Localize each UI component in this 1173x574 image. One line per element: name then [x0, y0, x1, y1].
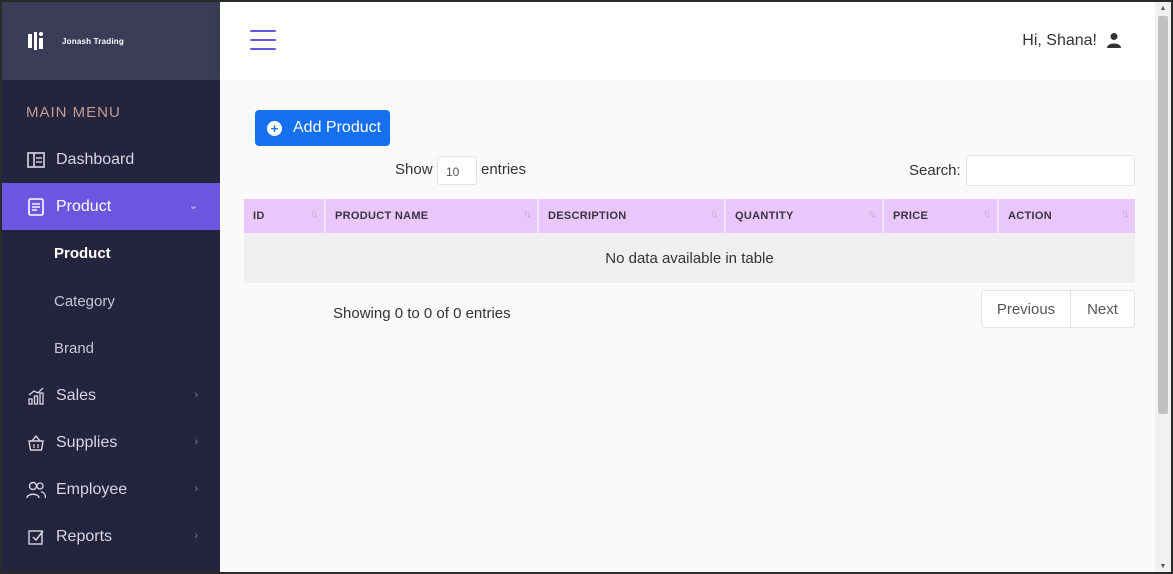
main-menu-heading: MAIN MENU	[26, 104, 121, 121]
column-header-product-name[interactable]: PRODUCT NAME ↑↓	[326, 199, 539, 233]
sort-icon: ↑↓	[310, 209, 318, 220]
sidebar: Jonash Trading MAIN MENU Dashboard Produ…	[2, 2, 220, 572]
column-header-description[interactable]: DESCRIPTION ↑↓	[539, 199, 726, 233]
user-icon[interactable]	[1107, 32, 1121, 48]
table-header: ID ↑↓ PRODUCT NAME ↑↓ DESCRIPTION ↑↓ QUA…	[244, 199, 1135, 233]
sidebar-item-product[interactable]: Product ⌄	[2, 183, 220, 230]
pagination: Previous Next	[981, 290, 1135, 328]
column-header-label: DESCRIPTION	[548, 210, 627, 222]
top-bar: Hi, Shana!	[220, 2, 1157, 80]
show-label: Show	[395, 161, 433, 178]
sidebar-subitem-brand[interactable]: Brand	[2, 325, 220, 373]
dashboard-icon	[26, 150, 46, 170]
column-header-action[interactable]: ACTION ↑↓	[999, 199, 1135, 233]
scroll-up-arrow-icon[interactable]: ▲	[1158, 4, 1168, 14]
chevron-right-icon: ›	[194, 529, 198, 542]
document-icon	[26, 197, 46, 217]
add-product-label: Add Product	[293, 119, 382, 136]
main-content: + Add Product Show 10 entries Search: ID…	[220, 80, 1157, 572]
brand-name: Jonash Trading	[62, 36, 124, 46]
sidebar-item-reports[interactable]: Reports ›	[2, 514, 220, 561]
sidebar-item-label: Reports	[56, 528, 113, 545]
sort-icon: ↑↓	[523, 209, 531, 220]
plus-circle-icon: +	[267, 120, 282, 136]
sidebar-item-sales[interactable]: Sales ›	[2, 373, 220, 420]
chevron-right-icon: ›	[194, 388, 198, 401]
checkbox-icon	[26, 527, 46, 547]
sidebar-item-label: Sales	[56, 387, 97, 404]
column-header-id[interactable]: ID ↑↓	[244, 199, 326, 233]
column-header-quantity[interactable]: QUANTITY ↑↓	[726, 199, 884, 233]
scroll-thumb[interactable]	[1158, 16, 1168, 414]
table-info: Showing 0 to 0 of 0 entries	[333, 305, 511, 322]
chart-icon	[26, 386, 46, 406]
user-greeting[interactable]: Hi, Shana!	[1022, 32, 1097, 50]
products-table: ID ↑↓ PRODUCT NAME ↑↓ DESCRIPTION ↑↓ QUA…	[244, 199, 1135, 283]
hamburger-menu-icon[interactable]	[250, 30, 276, 52]
vertical-scrollbar[interactable]: ▲ ▼	[1155, 2, 1171, 572]
column-header-label: QUANTITY	[735, 210, 794, 222]
app-window: Jonash Trading MAIN MENU Dashboard Produ…	[0, 0, 1173, 574]
sidebar-subitem-category[interactable]: Category	[2, 278, 220, 326]
entries-per-page-select[interactable]: 10	[437, 156, 477, 185]
column-header-label: ID	[253, 210, 265, 222]
sidebar-item-label: Employee	[56, 481, 128, 498]
chevron-right-icon: ›	[194, 435, 198, 448]
sidebar-subitem-product[interactable]: Product	[2, 230, 220, 278]
column-header-label: PRODUCT NAME	[335, 210, 429, 222]
sidebar-item-label: Dashboard	[56, 150, 135, 168]
sidebar-item-dashboard[interactable]: Dashboard	[2, 136, 220, 183]
chevron-right-icon: ›	[194, 482, 198, 495]
search-input[interactable]	[966, 155, 1135, 186]
sort-icon: ↑↓	[868, 209, 876, 220]
add-product-button[interactable]: + Add Product	[255, 110, 390, 146]
users-icon	[26, 480, 46, 500]
sort-icon: ↑↓	[710, 209, 718, 220]
column-header-price[interactable]: PRICE ↑↓	[884, 199, 999, 233]
basket-icon	[26, 433, 46, 453]
table-empty-row: No data available in table	[244, 233, 1135, 283]
sort-icon: ↑↓	[983, 209, 991, 220]
sidebar-item-label: Product	[56, 197, 112, 215]
chevron-down-icon: ⌄	[188, 200, 198, 212]
sidebar-item-supplies[interactable]: Supplies ›	[2, 420, 220, 467]
previous-page-button[interactable]: Previous	[981, 290, 1071, 328]
column-header-label: PRICE	[893, 210, 929, 222]
sidebar-item-employee[interactable]: Employee ›	[2, 467, 220, 514]
sidebar-item-label: Supplies	[56, 434, 118, 451]
brand-logo-icon	[28, 32, 43, 50]
column-header-label: ACTION	[1008, 210, 1052, 222]
sort-icon: ↑↓	[1121, 209, 1129, 220]
scroll-down-arrow-icon[interactable]: ▼	[1158, 562, 1168, 572]
next-page-button[interactable]: Next	[1071, 290, 1135, 328]
search-label: Search:	[909, 162, 961, 179]
entries-label: entries	[481, 161, 527, 178]
brand-header[interactable]: Jonash Trading	[2, 2, 220, 80]
